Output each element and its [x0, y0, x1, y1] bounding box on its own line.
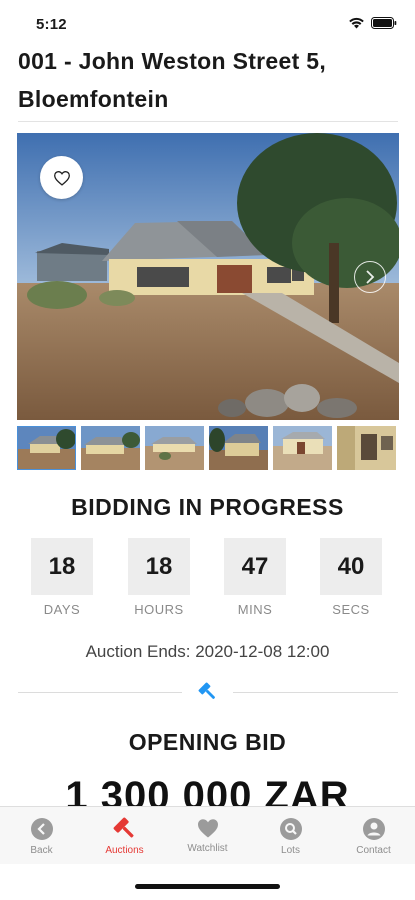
tab-back[interactable]: Back	[0, 807, 83, 864]
chevron-right-icon	[366, 270, 375, 284]
countdown-secs: 40 SECS	[320, 538, 382, 617]
countdown-hours-label: HOURS	[134, 602, 184, 617]
countdown-hours: 18 HOURS	[128, 538, 190, 617]
status-bar: 5:12	[0, 0, 415, 40]
tab-lots-label: Lots	[281, 845, 300, 856]
countdown-hours-value: 18	[128, 538, 190, 595]
search-icon	[279, 818, 302, 840]
tab-contact-label: Contact	[356, 845, 391, 856]
favorite-button[interactable]	[40, 156, 83, 199]
photo-thumbnails	[17, 426, 399, 470]
battery-icon	[371, 17, 397, 29]
tab-watchlist[interactable]: Watchlist	[166, 807, 249, 864]
gavel-icon	[113, 817, 133, 838]
tab-contact[interactable]: Contact	[332, 807, 415, 864]
divider-left	[18, 692, 182, 693]
countdown-timer: 18 DAYS 18 HOURS 47 MINS 40 SECS	[31, 538, 383, 623]
countdown-mins: 47 MINS	[224, 538, 286, 617]
auction-end-date: Auction Ends: 2020-12-08 12:00	[85, 642, 330, 661]
countdown-mins-value: 47	[224, 538, 286, 595]
thumbnail-2[interactable]	[81, 426, 140, 470]
countdown-days: 18 DAYS	[31, 538, 93, 617]
countdown-secs-label: SECS	[332, 602, 370, 617]
page-title: 001 - John Weston Street 5, Bloemfontein	[18, 48, 327, 112]
countdown-secs-value: 40	[320, 538, 382, 595]
home-indicator	[135, 884, 280, 889]
countdown-days-value: 18	[31, 538, 93, 595]
title-divider	[18, 121, 398, 122]
tab-auctions-label: Auctions	[105, 845, 144, 856]
heart-outline-icon	[53, 170, 70, 186]
divider-right	[233, 692, 398, 693]
person-icon	[362, 818, 385, 840]
tab-watchlist-label: Watchlist	[187, 843, 228, 854]
next-photo-button[interactable]	[354, 261, 386, 293]
thumbnail-6[interactable]	[337, 426, 396, 470]
thumbnail-3[interactable]	[145, 426, 204, 470]
tab-auctions[interactable]: Auctions	[83, 807, 166, 864]
tab-back-label: Back	[30, 845, 53, 856]
countdown-days-label: DAYS	[43, 602, 81, 617]
tab-bar: Back Auctions Watchlist Lots Contact	[0, 806, 415, 864]
thumbnail-4[interactable]	[209, 426, 268, 470]
thumbnail-1[interactable]	[17, 426, 76, 470]
status-icons	[348, 17, 397, 29]
thumbnail-5[interactable]	[273, 426, 332, 470]
tab-lots[interactable]: Lots	[249, 807, 332, 864]
heart-icon	[197, 819, 218, 838]
status-time: 5:12	[36, 16, 67, 33]
back-arrow-icon	[30, 818, 53, 840]
gavel-icon	[198, 682, 215, 699]
wifi-icon	[349, 17, 364, 29]
countdown-mins-label: MINS	[237, 602, 273, 617]
opening-bid-heading: OPENING BID	[128, 729, 287, 755]
bidding-status-heading: BIDDING IN PROGRESS	[71, 494, 344, 520]
